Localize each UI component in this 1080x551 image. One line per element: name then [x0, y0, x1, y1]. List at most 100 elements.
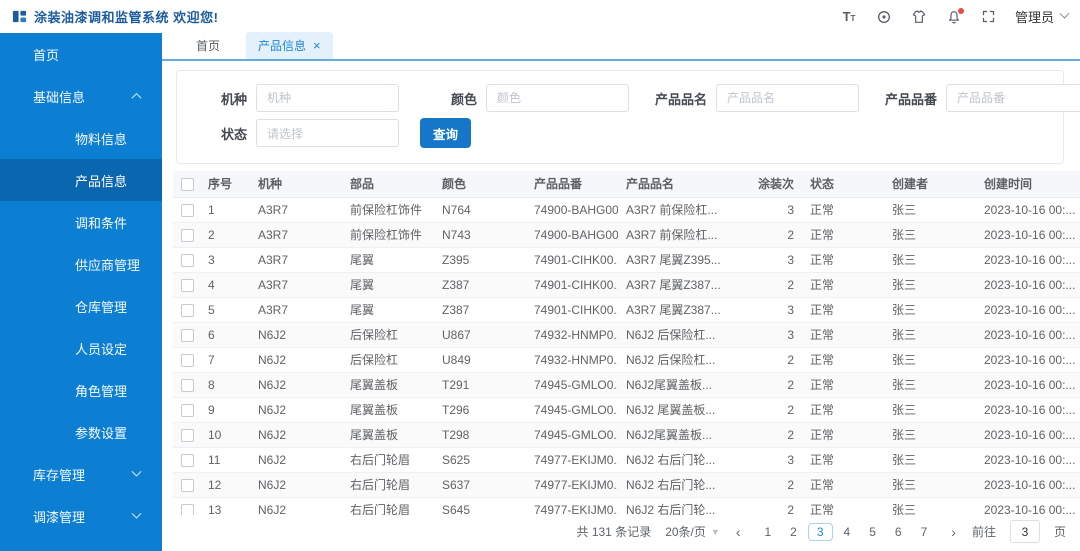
search-input[interactable] [716, 84, 859, 112]
field-label: 状态 [220, 126, 247, 142]
next-page-button[interactable]: › [949, 524, 958, 540]
table-cell: 74932-HNMP0... [526, 347, 618, 373]
user-menu[interactable]: 管理员 [1014, 7, 1070, 26]
row-checkbox[interactable] [181, 478, 194, 492]
sidebar-item-label: 参数设置 [75, 425, 128, 441]
page-number-button[interactable]: 1 [756, 524, 779, 540]
table-cell: 74932-HNMP0... [526, 322, 618, 348]
search-input[interactable] [256, 84, 399, 112]
sidebar-item[interactable]: 库存管理 [0, 453, 162, 495]
sidebar-item[interactable]: 仓库管理 [0, 285, 162, 327]
table-cell: 尾翼盖板 [342, 422, 434, 448]
row-checkbox[interactable] [181, 253, 194, 267]
row-checkbox[interactable] [181, 503, 194, 515]
sidebar-item-label: 人员设定 [75, 341, 128, 357]
row-checkbox[interactable] [181, 278, 194, 292]
font-size-icon[interactable]: TT [840, 8, 858, 26]
page-numbers: 1234567 [756, 522, 936, 541]
page-number-button[interactable]: 3 [807, 522, 833, 541]
sidebar-item[interactable]: 人员设定 [0, 327, 162, 369]
table-cell: A3R7 [250, 197, 342, 223]
row-checkbox[interactable] [181, 378, 194, 392]
page-number-button[interactable]: 6 [887, 524, 910, 540]
table-cell: 74977-EKIJM0... [526, 447, 618, 473]
search-input[interactable] [946, 84, 1080, 112]
table-cell: 5 [200, 297, 250, 323]
row-checkbox[interactable] [181, 453, 194, 467]
table-cell: 前保险杠饰件 [342, 222, 434, 248]
sidebar-item[interactable]: 产品信息 [0, 159, 162, 201]
table-cell: 尾翼盖板 [342, 372, 434, 398]
sidebar-item-label: 角色管理 [75, 383, 128, 399]
table-cell: 74977-EKIJM0... [526, 472, 618, 498]
table-cell: A3R7 尾翼Z395... [618, 247, 720, 273]
fullscreen-icon[interactable] [980, 8, 998, 26]
sidebar-item[interactable]: 调和条件 [0, 201, 162, 243]
goto-page-input[interactable] [1009, 520, 1040, 543]
column-header: 创建时间 [976, 171, 1080, 198]
status-select[interactable]: 请选择 [256, 119, 399, 147]
page-number-button[interactable]: 7 [913, 524, 936, 540]
column-header: 序号 [200, 171, 250, 198]
select-all-checkbox[interactable] [181, 177, 194, 191]
row-checkbox[interactable] [181, 428, 194, 442]
sidebar-item[interactable]: 物料信息 [0, 117, 162, 159]
table-cell: 10 [200, 422, 250, 448]
page-size-select[interactable]: 20条/页 ▼ [665, 523, 720, 540]
table-cell: 2 [720, 422, 802, 448]
row-checkbox[interactable] [181, 353, 194, 367]
table-header-row: 序号 机种 部品 颜色 产品品番 产品品名 涂装次 状态 创建者 创建时间 [173, 171, 1080, 198]
table-cell: 2023-10-16 00:... [976, 322, 1080, 348]
table-cell: 张三 [884, 372, 976, 398]
tab[interactable]: 首页 [184, 32, 232, 59]
table-cell: 尾翼盖板 [342, 397, 434, 423]
chevron-down-icon [1059, 8, 1070, 19]
table-cell: 正常 [802, 497, 884, 515]
sidebar-item[interactable]: 调漆管理 [0, 495, 162, 537]
table-cell: 3 [720, 447, 802, 473]
row-checkbox[interactable] [181, 303, 194, 317]
tab-label: 首页 [196, 39, 221, 53]
row-checkbox[interactable] [181, 403, 194, 417]
sidebar-item[interactable]: 参数设置 [0, 411, 162, 453]
table-cell: N6J2 [250, 497, 342, 515]
table-cell: N6J2 尾翼盖板... [618, 397, 720, 423]
prev-page-button[interactable]: ‹ [734, 524, 743, 540]
page-number-button[interactable]: 4 [836, 524, 859, 540]
table-cell: 13 [200, 497, 250, 515]
notification-bell-icon[interactable] [945, 7, 964, 26]
table-cell: 正常 [802, 472, 884, 498]
table-cell: 3 [720, 197, 802, 223]
table-row: 6 N6J2 后保险杠 U867 74932-HNMP0... N6J2 后保险杠... 3… [173, 322, 1080, 348]
sidebar-item-label: 调漆管理 [33, 509, 86, 525]
table-cell: 2023-10-16 00:... [976, 497, 1080, 515]
search-input[interactable] [486, 84, 629, 112]
theme-icon[interactable] [910, 8, 928, 26]
sidebar-item[interactable]: 供应商管理 [0, 243, 162, 285]
table-cell: 74901-CIHK00... [526, 272, 618, 298]
row-checkbox[interactable] [181, 228, 194, 242]
query-button[interactable]: 查询 [420, 118, 472, 148]
help-icon[interactable] [875, 8, 893, 26]
search-field: 状态 请选择 [177, 119, 407, 147]
table-cell: N6J2 [250, 422, 342, 448]
table-cell: 4 [200, 272, 250, 298]
column-header: 产品品名 [618, 171, 720, 198]
table-cell: 2023-10-16 00:... [976, 347, 1080, 373]
sidebar-item[interactable]: 首页 [0, 33, 162, 75]
sidebar-item[interactable]: 角色管理 [0, 369, 162, 411]
chevron-down-icon [131, 466, 142, 477]
table-row: 1A3R7前保险杠饰件N76474900-BAHG00...A3R7 前保险杠.… [173, 197, 1080, 223]
table-cell: 2 [720, 347, 802, 373]
main-layout: 首页 基础信息 物料信息 产品信息 调和条件 供应商管理 仓库管理 人员设定 角色管理 参数设置库… [0, 32, 1080, 551]
page-number-button[interactable]: 5 [861, 524, 884, 540]
page-number-button[interactable]: 2 [782, 524, 805, 540]
close-icon[interactable]: × [313, 39, 321, 52]
row-checkbox[interactable] [181, 328, 194, 342]
tab[interactable]: 产品信息 × [246, 32, 333, 59]
table-cell: N6J2 右后门轮... [618, 472, 720, 498]
row-checkbox[interactable] [181, 203, 194, 217]
user-name: 管理员 [1014, 10, 1054, 25]
sidebar-item[interactable]: 基础信息 [0, 75, 162, 117]
table-cell: 2 [720, 222, 802, 248]
